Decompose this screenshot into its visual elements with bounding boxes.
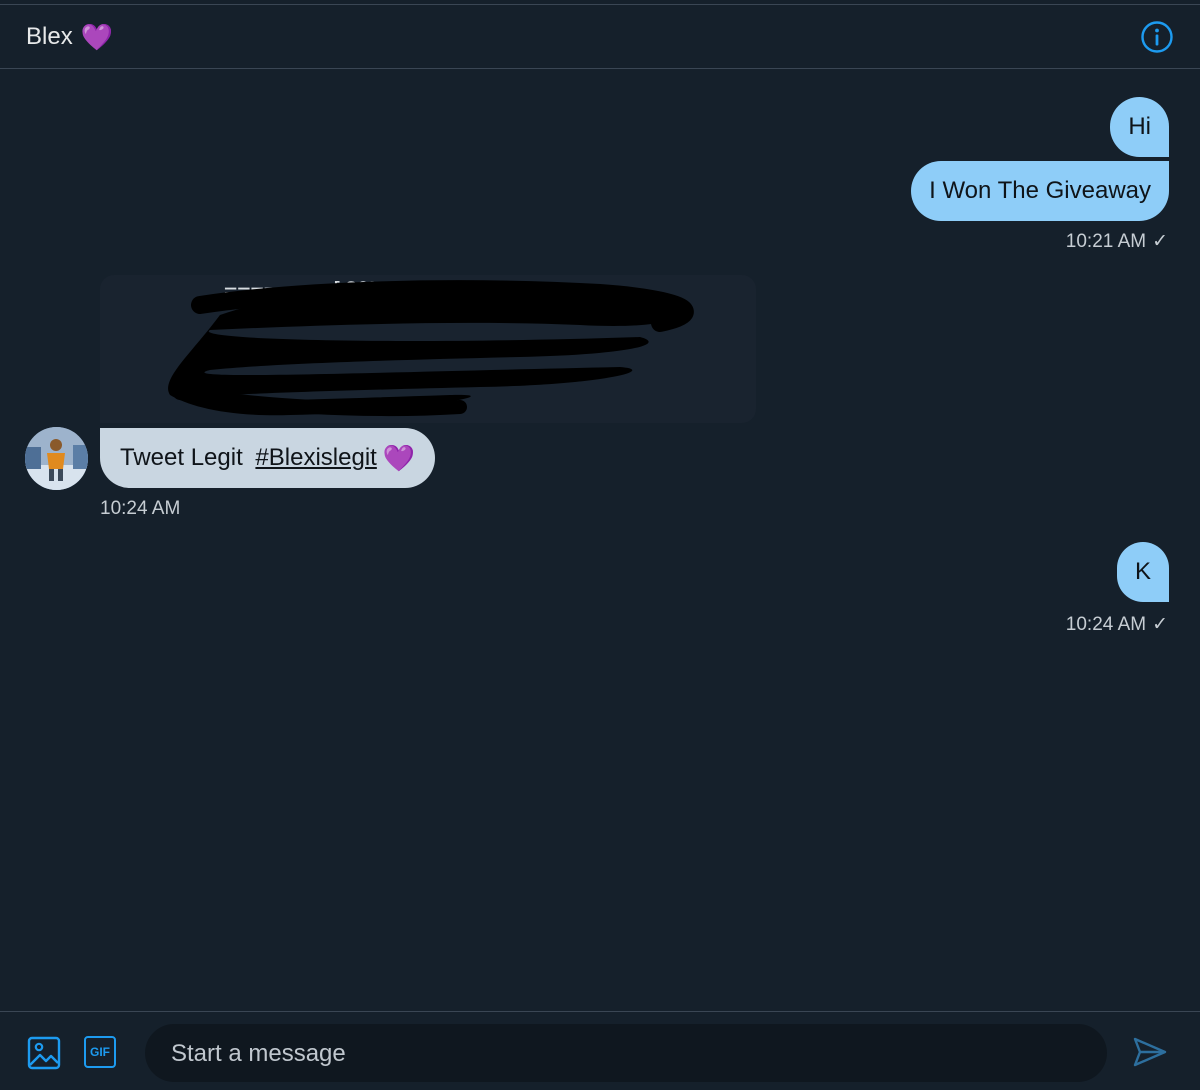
avatar-image (25, 427, 88, 490)
timestamp-text: 10:21 AM (1065, 231, 1147, 252)
purple-heart-emoji: 💜 (382, 443, 416, 473)
purple-heart-emoji: 💜 (80, 21, 114, 52)
send-icon[interactable] (1132, 1036, 1168, 1068)
incoming-message[interactable]: Tweet Legit #Blexislegit 💜 (100, 428, 436, 488)
info-icon[interactable] (1140, 20, 1174, 54)
message-timestamp: 10:24 AM (100, 498, 180, 520)
message-timestamp: 10:21 AM ✓ (1066, 230, 1168, 253)
timestamp-text: 10:24 AM (100, 498, 181, 519)
message-composer: GIF (0, 1011, 1200, 1090)
read-check-icon: ✓ (1152, 231, 1168, 252)
message-input[interactable] (169, 1024, 1073, 1084)
outgoing-message[interactable]: Hi (1110, 97, 1169, 157)
message-input-container[interactable] (145, 1024, 1107, 1084)
gif-label: GIF (90, 1045, 110, 1059)
gif-button[interactable]: GIF (84, 1036, 116, 1068)
contact-name: Blex (26, 22, 73, 50)
contact-avatar[interactable] (25, 427, 88, 490)
image-icon[interactable] (27, 1036, 61, 1070)
message-timestamp: 10:24 AM ✓ (1066, 613, 1168, 636)
message-text: Tweet Legit (120, 444, 250, 471)
conversation-header: Blex 💜 (0, 5, 1200, 69)
image-attachment[interactable]: ======= [COMBO]= (100, 275, 756, 423)
message-thread[interactable]: Hi I Won The Giveaway 10:21 AM ✓ ======= … (0, 70, 1200, 1010)
outgoing-message[interactable]: I Won The Giveaway (911, 161, 1169, 221)
outgoing-message[interactable]: K (1116, 542, 1169, 602)
message-text: Hi (1128, 113, 1151, 140)
message-text: I Won The Giveaway (929, 177, 1151, 204)
message-text: K (1134, 558, 1151, 585)
timestamp-text: 10:24 AM (1065, 614, 1147, 635)
hashtag-link[interactable]: #Blexislegit (255, 428, 376, 488)
read-check-icon: ✓ (1152, 614, 1168, 635)
redaction-scribble (168, 280, 694, 417)
conversation-title[interactable]: Blex 💜 (26, 23, 113, 51)
